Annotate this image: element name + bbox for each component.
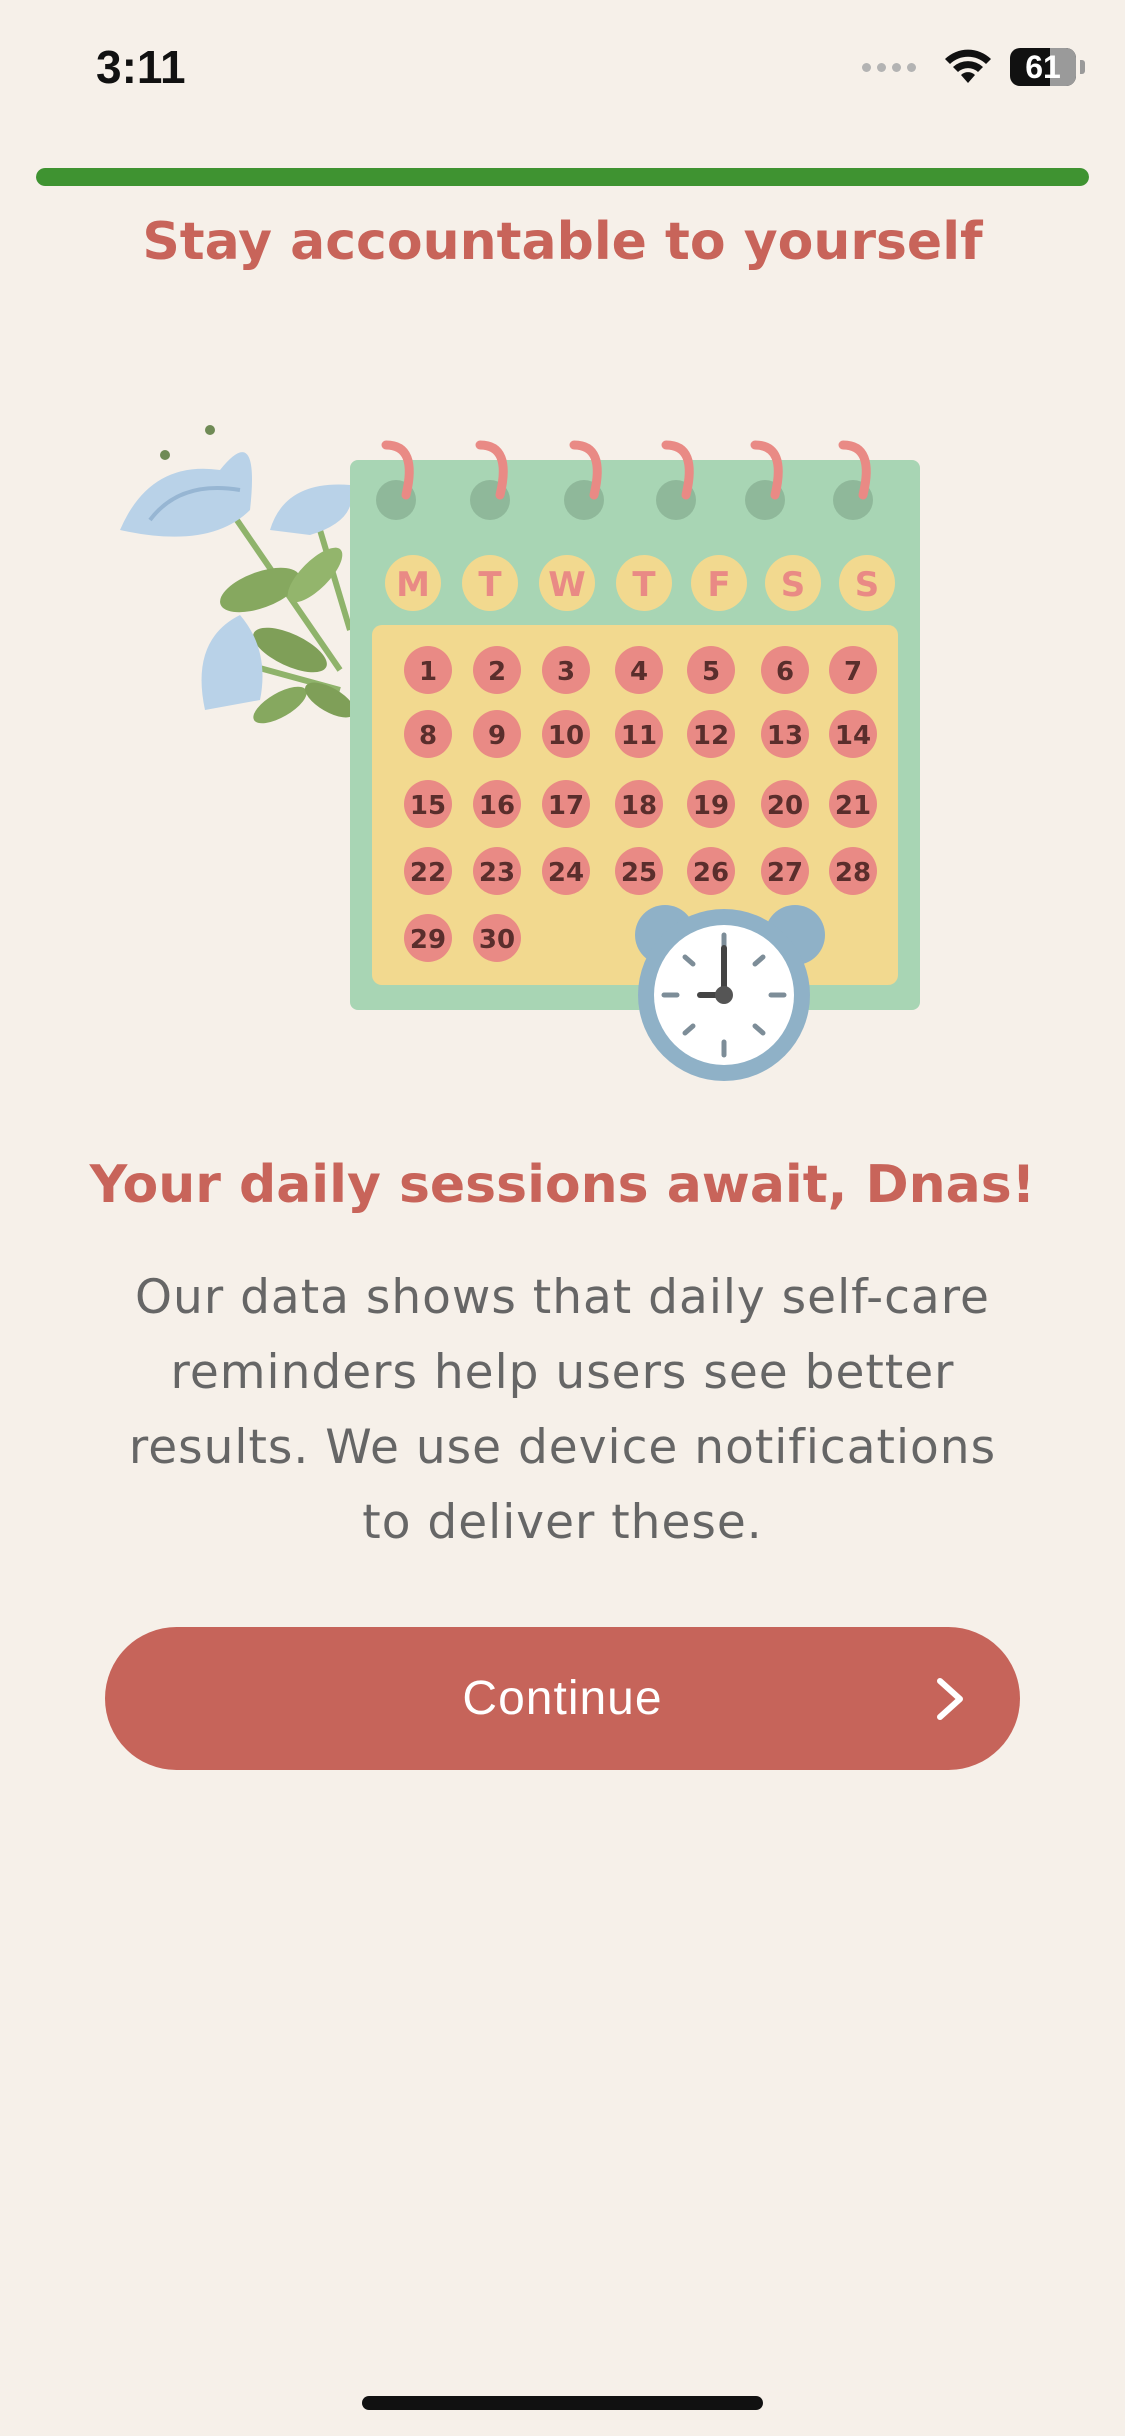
chevron-right-icon bbox=[937, 1677, 963, 1720]
calendar-day-number: 7 bbox=[844, 657, 862, 687]
status-icons: 61 bbox=[862, 48, 1085, 86]
status-time: 3:11 bbox=[96, 41, 186, 93]
alarm-clock-icon bbox=[635, 905, 825, 1081]
calendar-day-number: 14 bbox=[835, 721, 871, 751]
headline: Your daily sessions await, Dnas! bbox=[89, 1155, 1036, 1215]
calendar-day-number: 26 bbox=[693, 858, 729, 888]
calendar-day-number: 15 bbox=[410, 791, 446, 821]
onboarding-progress-bar bbox=[36, 168, 1089, 186]
calendar-day-number: 23 bbox=[479, 858, 515, 888]
weekday-label: M bbox=[396, 565, 430, 605]
battery-level: 61 bbox=[1025, 48, 1061, 85]
calendar-day-number: 22 bbox=[410, 858, 446, 888]
calendar-day-number: 25 bbox=[621, 858, 657, 888]
weekday-label: T bbox=[632, 565, 656, 605]
calendar-day-number: 24 bbox=[548, 858, 584, 888]
calendar-day-number: 8 bbox=[419, 721, 437, 751]
calendar-day-number: 19 bbox=[693, 791, 729, 821]
progress-fill bbox=[36, 168, 1089, 186]
battery-icon: 61 bbox=[1010, 48, 1076, 86]
calendar-day-number: 30 bbox=[479, 925, 515, 955]
calendar-day-number: 18 bbox=[621, 791, 657, 821]
weekday-label: S bbox=[781, 565, 806, 605]
signal-dots-icon bbox=[862, 62, 916, 72]
calendar-day-number: 17 bbox=[548, 791, 584, 821]
weekday-label: W bbox=[548, 565, 586, 605]
calendar-day-number: 3 bbox=[557, 657, 575, 687]
calendar-day-number: 10 bbox=[548, 721, 584, 751]
calendar-day-number: 28 bbox=[835, 858, 871, 888]
weekday-label: F bbox=[707, 565, 730, 605]
page-title: Stay accountable to yourself bbox=[142, 212, 983, 272]
calendar-day-number: 9 bbox=[488, 721, 506, 751]
weekday-label: S bbox=[855, 565, 880, 605]
calendar-day-number: 21 bbox=[835, 791, 871, 821]
continue-button[interactable]: Continue bbox=[105, 1627, 1020, 1770]
calendar-day-number: 2 bbox=[488, 657, 506, 687]
calendar-day-number: 27 bbox=[767, 858, 803, 888]
calendar-day-number: 12 bbox=[693, 721, 729, 751]
calendar-day-number: 16 bbox=[479, 791, 515, 821]
calendar-illustration: MTWTFSS 1 2 3 4 5 6 78 9 10 11 12 13 1415 16 17 18 19 20 2… bbox=[120, 425, 920, 1081]
wifi-icon bbox=[945, 49, 991, 83]
calendar-day-number: 29 bbox=[410, 925, 446, 955]
calendar-day-number: 11 bbox=[621, 721, 657, 751]
continue-button-label: Continue bbox=[462, 1672, 663, 1725]
calendar-day-number: 4 bbox=[630, 657, 648, 687]
home-indicator bbox=[362, 2396, 763, 2410]
flower-bouquet-icon bbox=[120, 425, 355, 724]
calendar-day-number: 6 bbox=[776, 657, 794, 687]
calendar-day-number: 13 bbox=[767, 721, 803, 751]
calendar-day-number: 20 bbox=[767, 791, 803, 821]
weekday-label: T bbox=[478, 565, 502, 605]
calendar-day-number: 5 bbox=[702, 657, 720, 687]
calendar-day-number: 1 bbox=[419, 657, 437, 687]
description-text: Our data shows that daily self-care remi… bbox=[128, 1270, 997, 1550]
